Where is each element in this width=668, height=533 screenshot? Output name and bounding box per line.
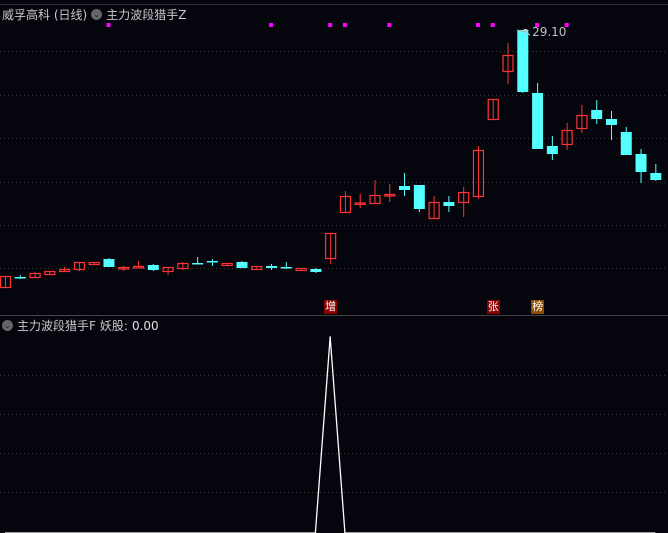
sub-indicator-name[interactable]: 主力波段猎手F bbox=[17, 317, 96, 334]
yaogu-point bbox=[329, 336, 331, 338]
candle-body-down bbox=[443, 202, 455, 206]
candle-body-down bbox=[650, 173, 662, 180]
stock-chart-window: 威孚高科 (日线) ⌄ 主力波段猎手Z ↖29.10 增 张 榜 ⌄ 主力波段猎手F… bbox=[0, 0, 668, 533]
signal-marker: 张 bbox=[486, 300, 500, 314]
chart-canvas[interactable] bbox=[0, 0, 668, 533]
signal-dot bbox=[106, 23, 111, 27]
candle-body-down bbox=[620, 132, 632, 155]
signal-dot bbox=[387, 23, 392, 27]
candle-body-down bbox=[206, 261, 218, 263]
main-indicator-name[interactable]: 主力波段猎手Z bbox=[106, 6, 186, 23]
candle-body-down bbox=[546, 146, 558, 154]
candle-body-up bbox=[132, 265, 145, 269]
signal-marker: 榜 bbox=[531, 300, 545, 314]
candle-body-down bbox=[280, 267, 292, 269]
candle-body-down bbox=[635, 154, 647, 172]
candle-body-down bbox=[310, 269, 322, 272]
candle-body-down bbox=[14, 277, 26, 279]
arrow-left-icon: ↖ bbox=[522, 25, 533, 39]
candle-body-down bbox=[236, 262, 248, 268]
chevron-down-icon[interactable]: ⌄ bbox=[91, 9, 103, 20]
sub-indicator-label: 妖股: bbox=[99, 319, 128, 333]
candle-body-down bbox=[192, 263, 204, 265]
candle-body-down bbox=[147, 265, 159, 270]
candle-body-down bbox=[591, 110, 603, 119]
signal-dot bbox=[269, 23, 274, 27]
candle-body-down bbox=[532, 93, 544, 149]
sub-pane-header: ⌄ 主力波段猎手F 妖股: 0.00 bbox=[2, 317, 159, 334]
chevron-down-icon[interactable]: ⌄ bbox=[2, 320, 13, 331]
stock-title: 威孚高科 (日线) bbox=[2, 8, 88, 22]
signal-marker: 增 bbox=[324, 300, 338, 314]
candle-body-down bbox=[605, 119, 617, 125]
candle-body-down bbox=[266, 266, 278, 268]
candle-body-down bbox=[517, 30, 529, 92]
peak-price-label: ↖29.10 bbox=[522, 25, 567, 39]
candle-body-down bbox=[399, 186, 411, 190]
signal-dot bbox=[490, 23, 495, 27]
yaogu-line bbox=[5, 336, 656, 533]
candle-body-down bbox=[413, 185, 425, 209]
signal-dot bbox=[342, 23, 347, 27]
signal-dot bbox=[328, 23, 333, 27]
signal-dot bbox=[475, 23, 480, 27]
sub-indicator-value: 0.00 bbox=[131, 318, 159, 333]
candle-body-down bbox=[103, 259, 115, 267]
main-pane-header: 威孚高科 (日线) ⌄ 主力波段猎手Z bbox=[2, 6, 186, 23]
